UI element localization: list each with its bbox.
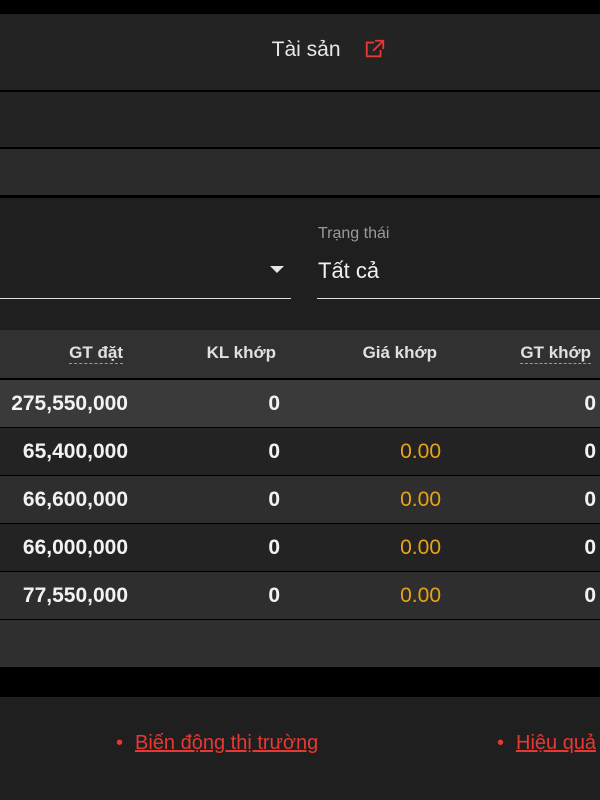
cell-kl-khop: 0 (268, 536, 280, 559)
filter-panel (0, 198, 600, 330)
chevron-down-icon[interactable] (270, 266, 284, 273)
external-link-icon[interactable] (364, 38, 387, 60)
cell-gia-khop: 0.00 (400, 536, 441, 559)
col-header-gia-khop[interactable]: Giá khớp (363, 343, 437, 363)
cell-gt-dat: 77,550,000 (22, 584, 128, 607)
col-header-gt-dat[interactable]: GT đặt (69, 343, 123, 364)
status-select-underline[interactable] (317, 298, 600, 299)
cell-gia-khop: 0.00 (400, 440, 441, 463)
cell-kl-khop: 0 (268, 488, 280, 511)
toolbar-band-secondary (0, 149, 600, 195)
cell-gt-khop: 0 (584, 440, 596, 463)
cell-gia-khop: 0.00 (400, 488, 441, 511)
cell-kl-khop: 0 (268, 440, 280, 463)
cell-gt-dat: 66,600,000 (22, 488, 128, 511)
summary-kl-khop: 0 (268, 392, 280, 415)
cell-gt-khop: 0 (584, 488, 596, 511)
col-header-gt-khop[interactable]: GT khớp (520, 343, 591, 364)
cell-gia-khop: 0.00 (400, 584, 441, 607)
table-footer (0, 620, 600, 667)
link-performance[interactable]: Hiệu quả (516, 732, 596, 755)
cell-gt-khop: 0 (584, 584, 596, 607)
tab-title: Tài sản (271, 38, 341, 61)
cell-gt-khop: 0 (584, 536, 596, 559)
col-header-kl-khop[interactable]: KL khớp (207, 343, 276, 363)
summary-gt-dat: 275,550,000 (11, 392, 128, 415)
bullet: • (116, 732, 124, 754)
cell-gt-dat: 66,000,000 (22, 536, 128, 559)
cell-gt-dat: 65,400,000 (22, 440, 128, 463)
select-underline[interactable] (0, 298, 291, 299)
status-filter-label: Trạng thái (318, 225, 390, 242)
bullet: • (497, 732, 505, 754)
link-market-movement[interactable]: Biến động thị trường (135, 732, 318, 755)
cell-kl-khop: 0 (268, 584, 280, 607)
toolbar-band (0, 92, 600, 147)
summary-gt-khop: 0 (584, 392, 596, 415)
status-filter-select[interactable]: Tất cả (318, 258, 379, 284)
tab-assets[interactable]: Tài sản (0, 38, 600, 62)
